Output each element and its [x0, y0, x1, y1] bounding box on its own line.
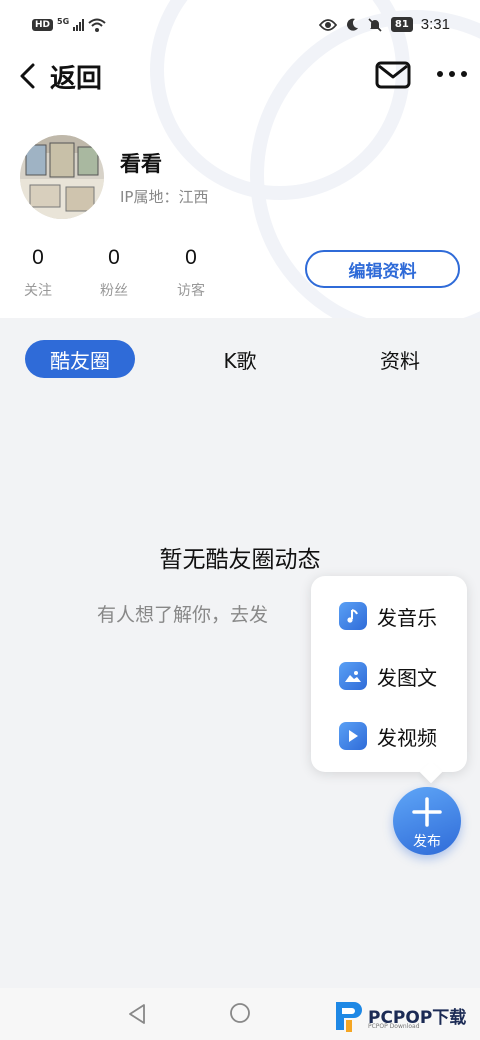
publish-video-item[interactable]: 发视频 [339, 716, 437, 756]
hd-badge: HD [32, 19, 54, 31]
stat-value: 0 [32, 246, 44, 269]
stat-label: 粉丝 [100, 283, 128, 299]
tab-karaoke[interactable]: K歌 [200, 340, 280, 378]
nickname: 看看 [120, 152, 162, 176]
network-type: 5G [57, 16, 70, 26]
moon-icon [346, 18, 358, 31]
back-button[interactable]: 返回 [16, 56, 102, 96]
menu-item-label: 发图文 [377, 665, 437, 690]
stat-fans[interactable]: 0 粉丝 [84, 246, 144, 300]
watermark-subtext: PCPOP Download [368, 1023, 420, 1030]
stat-label: 关注 [24, 283, 52, 299]
publish-label: 发布 [413, 834, 441, 850]
publish-music-item[interactable]: 发音乐 [339, 596, 437, 636]
menu-item-label: 发视频 [377, 725, 437, 750]
stat-value: 0 [108, 246, 120, 269]
stat-value: 0 [185, 246, 197, 269]
tab-profile-info[interactable]: 资料 [360, 340, 440, 378]
status-bar: HD 5G 81 3:31 [0, 0, 480, 56]
signal-icon [73, 19, 85, 31]
empty-state-subtitle: 有人想了解你，去发 [97, 604, 269, 626]
ip-location: IP属地：江西 [120, 188, 209, 206]
back-label: 返回 [50, 63, 103, 94]
edit-profile-button[interactable]: 编辑资料 [305, 250, 460, 288]
system-back-icon[interactable] [126, 1002, 148, 1026]
mute-bell-icon [368, 17, 382, 32]
eye-icon [318, 18, 337, 31]
system-home-icon[interactable] [229, 1002, 251, 1024]
tab-bar: 酷友圈 K歌 资料 [0, 338, 480, 382]
battery-indicator: 81 [390, 17, 413, 32]
stat-visitors[interactable]: 0 访客 [161, 246, 221, 300]
back-arrow-icon [20, 63, 35, 89]
plus-icon [393, 795, 461, 833]
tab-friends-circle[interactable]: 酷友圈 [25, 340, 135, 378]
pcpop-logo-icon [336, 1002, 362, 1032]
stat-following[interactable]: 0 关注 [8, 246, 68, 300]
more-icon[interactable] [434, 64, 470, 84]
music-note-icon [339, 602, 367, 630]
empty-state-title: 暂无酷友圈动态 [159, 547, 321, 573]
publish-menu: 发音乐 发图文 发视频 [311, 576, 467, 772]
clock: 3:31 [420, 16, 450, 33]
publish-button[interactable]: 发布 [393, 787, 461, 855]
avatar[interactable] [20, 135, 104, 219]
nav-bar: 返回 [0, 56, 480, 100]
mail-icon[interactable] [375, 60, 411, 90]
menu-item-label: 发音乐 [377, 605, 437, 630]
image-icon [339, 662, 367, 690]
watermark: PCPOP下载 PCPOP Download [330, 993, 480, 1037]
publish-image-text-item[interactable]: 发图文 [339, 656, 437, 696]
wifi-icon [88, 18, 106, 32]
stat-label: 访客 [177, 283, 205, 299]
play-icon [339, 722, 367, 750]
